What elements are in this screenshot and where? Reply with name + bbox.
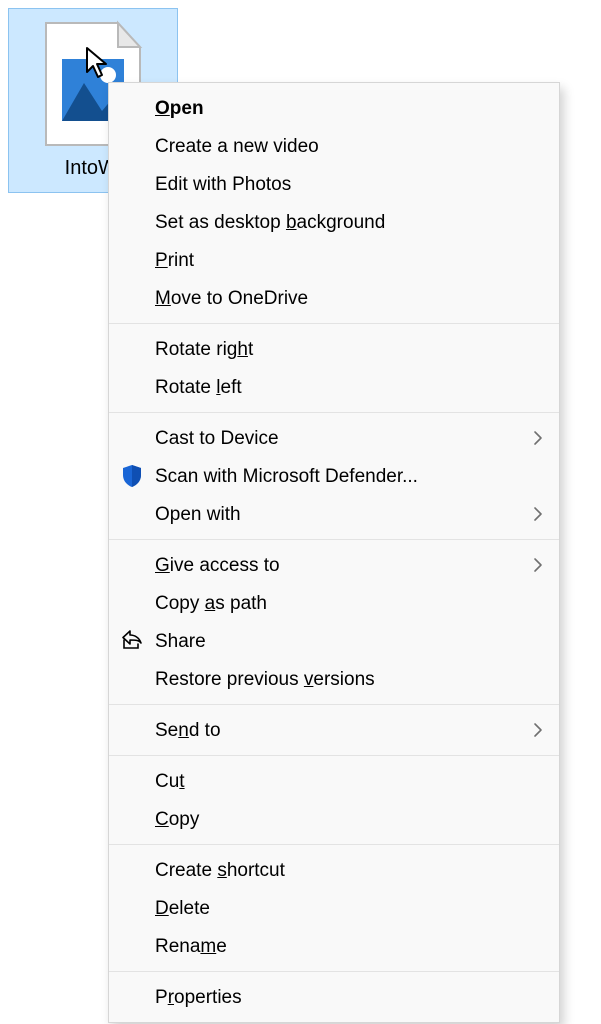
menu-item-label: Give access to bbox=[155, 556, 525, 575]
menu-item-label: Copy as path bbox=[155, 594, 525, 613]
menu-item-cut[interactable]: Cut bbox=[109, 762, 559, 800]
menu-item-move-onedrive[interactable]: Move to OneDrive bbox=[109, 279, 559, 317]
menu-item-open[interactable]: Open bbox=[109, 89, 559, 127]
menu-item-label: Cut bbox=[155, 772, 525, 791]
menu-item-label: Create shortcut bbox=[155, 861, 525, 880]
menu-separator bbox=[109, 971, 559, 972]
menu-separator bbox=[109, 412, 559, 413]
context-menu: Open Create a new video Edit with Photos Se… bbox=[108, 82, 560, 1023]
menu-separator bbox=[109, 844, 559, 845]
menu-item-label: Move to OneDrive bbox=[155, 289, 525, 308]
menu-separator bbox=[109, 539, 559, 540]
menu-item-label: Open with bbox=[155, 505, 525, 524]
menu-item-copy-as-path[interactable]: Copy as path bbox=[109, 584, 559, 622]
menu-item-label: Rotate left bbox=[155, 378, 525, 397]
menu-item-give-access[interactable]: Give access to bbox=[109, 546, 559, 584]
menu-separator bbox=[109, 704, 559, 705]
menu-item-print[interactable]: Print bbox=[109, 241, 559, 279]
menu-item-create-video[interactable]: Create a new video bbox=[109, 127, 559, 165]
menu-item-label: Scan with Microsoft Defender... bbox=[155, 467, 525, 486]
menu-item-label: Rename bbox=[155, 937, 525, 956]
defender-shield-icon bbox=[109, 464, 155, 488]
menu-item-label: Print bbox=[155, 251, 525, 270]
menu-item-edit-photos[interactable]: Edit with Photos bbox=[109, 165, 559, 203]
menu-separator bbox=[109, 755, 559, 756]
menu-item-delete[interactable]: Delete bbox=[109, 889, 559, 927]
menu-item-cast-to-device[interactable]: Cast to Device bbox=[109, 419, 559, 457]
chevron-right-icon bbox=[525, 722, 543, 738]
menu-item-send-to[interactable]: Send to bbox=[109, 711, 559, 749]
menu-item-label: Create a new video bbox=[155, 137, 525, 156]
chevron-right-icon bbox=[525, 506, 543, 522]
share-icon bbox=[109, 630, 155, 652]
menu-item-label: Open bbox=[155, 99, 525, 118]
menu-item-rotate-left[interactable]: Rotate left bbox=[109, 368, 559, 406]
menu-item-share[interactable]: Share bbox=[109, 622, 559, 660]
menu-item-create-shortcut[interactable]: Create shortcut bbox=[109, 851, 559, 889]
menu-item-label: Delete bbox=[155, 899, 525, 918]
menu-item-label: Rotate right bbox=[155, 340, 525, 359]
menu-item-label: Set as desktop background bbox=[155, 213, 525, 232]
menu-item-set-background[interactable]: Set as desktop background bbox=[109, 203, 559, 241]
menu-item-label: Send to bbox=[155, 721, 525, 740]
menu-item-restore-versions[interactable]: Restore previous versions bbox=[109, 660, 559, 698]
menu-item-properties[interactable]: Properties bbox=[109, 978, 559, 1016]
menu-item-label: Share bbox=[155, 632, 525, 651]
menu-item-label: Cast to Device bbox=[155, 429, 525, 448]
menu-item-label: Copy bbox=[155, 810, 525, 829]
menu-item-open-with[interactable]: Open with bbox=[109, 495, 559, 533]
chevron-right-icon bbox=[525, 430, 543, 446]
menu-item-scan-defender[interactable]: Scan with Microsoft Defender... bbox=[109, 457, 559, 495]
menu-item-copy[interactable]: Copy bbox=[109, 800, 559, 838]
chevron-right-icon bbox=[525, 557, 543, 573]
menu-item-label: Edit with Photos bbox=[155, 175, 525, 194]
menu-item-label: Restore previous versions bbox=[155, 670, 525, 689]
menu-separator bbox=[109, 323, 559, 324]
menu-item-rename[interactable]: Rename bbox=[109, 927, 559, 965]
menu-item-label: Properties bbox=[155, 988, 525, 1007]
menu-item-rotate-right[interactable]: Rotate right bbox=[109, 330, 559, 368]
